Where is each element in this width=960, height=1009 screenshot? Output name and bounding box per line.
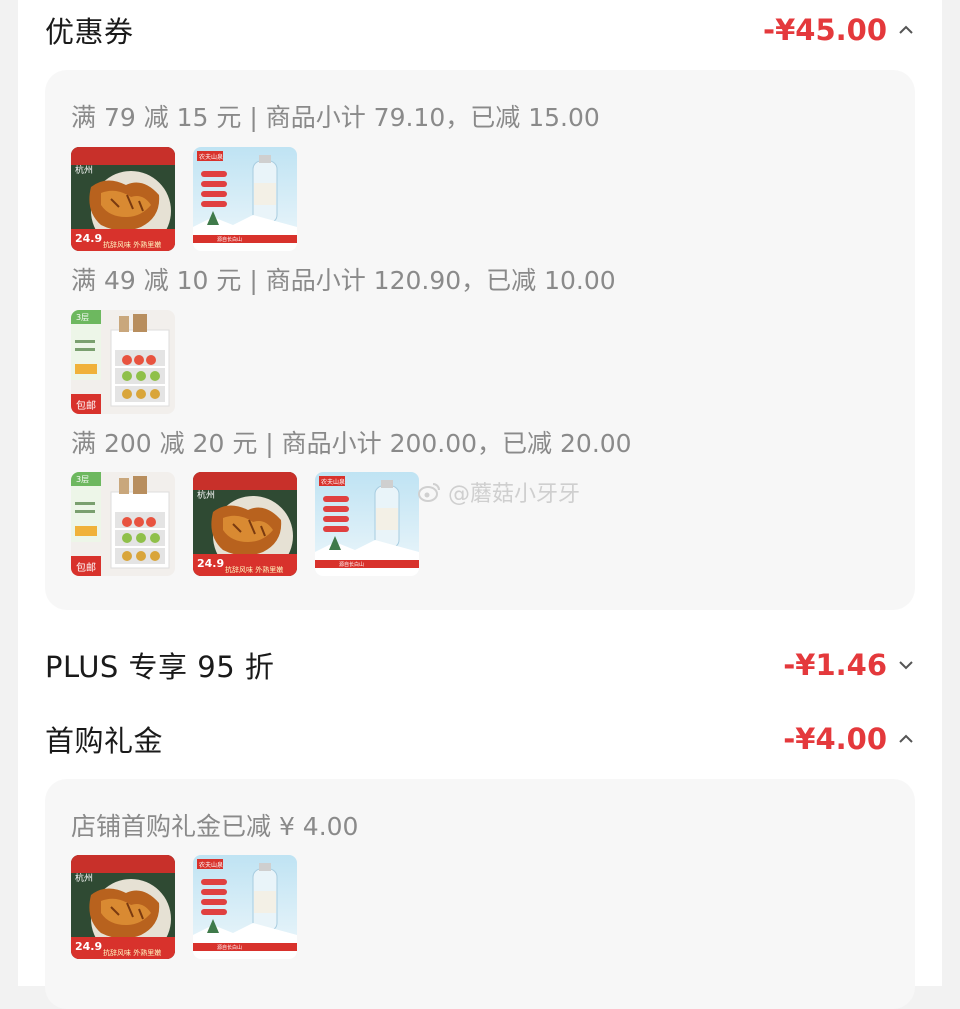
plus-title: PLUS 专享 95 折 <box>45 650 275 684</box>
coupon-title: 优惠券 <box>45 15 134 49</box>
water-product-image: 农夫山泉 源自长白山 <box>193 147 297 251</box>
svg-text:杭州: 杭州 <box>75 872 93 884</box>
svg-text:源自长白山: 源自长白山 <box>339 561 364 568</box>
svg-text:抗辞风味 外熟里嫩: 抗辞风味 外熟里嫩 <box>103 240 161 249</box>
plus-amount: -¥1.46 <box>783 648 887 682</box>
svg-text:24.9: 24.9 <box>75 232 102 245</box>
first-gift-amount-group[interactable]: -¥4.00 <box>783 722 915 756</box>
svg-text:24.9: 24.9 <box>75 940 102 953</box>
coupon-rule-1-products: 杭州 24.9 抗辞风味 外熟里嫩 农夫山泉 源自长白山 <box>71 147 297 251</box>
storage-cart-product-image: 3层 包邮 <box>71 310 175 414</box>
chevron-down-icon[interactable] <box>897 656 915 674</box>
svg-text:抗辞风味 外熟里嫩: 抗辞风味 外熟里嫩 <box>103 948 161 957</box>
svg-text:3层: 3层 <box>76 475 89 484</box>
product-thumb-cart[interactable]: 3层 包邮 <box>71 472 175 576</box>
coupon-rule-2: 满 49 减 10 元 | 商品小计 120.90，已减 10.00 <box>71 266 616 295</box>
coupon-detail-panel: 满 79 减 15 元 | 商品小计 79.10，已减 15.00 杭州 24.… <box>45 70 915 610</box>
svg-text:源自长白山: 源自长白山 <box>217 944 242 951</box>
first-gift-title: 首购礼金 <box>45 724 164 758</box>
svg-text:农夫山泉: 农夫山泉 <box>199 153 223 161</box>
product-thumb-water[interactable]: 农夫山泉 源自长白山 <box>193 147 297 251</box>
svg-text:包邮: 包邮 <box>76 561 96 574</box>
svg-text:农夫山泉: 农夫山泉 <box>321 478 345 486</box>
svg-text:杭州: 杭州 <box>75 164 93 176</box>
first-gift-panel: 店铺首购礼金已减 ¥ 4.00 杭州 24.9 抗辞风味 外熟里嫩 农夫山泉 源… <box>45 779 915 1009</box>
svg-text:农夫山泉: 农夫山泉 <box>199 861 223 869</box>
discount-detail-page: 优惠券 -¥45.00 满 79 减 15 元 | 商品小计 79.10，已减 … <box>18 0 942 1009</box>
product-thumb-snack[interactable]: 杭州 24.9 抗辞风味 外熟里嫩 <box>71 855 175 959</box>
watermark: @蘑菇小牙牙 <box>418 476 580 508</box>
product-thumb-water[interactable]: 农夫山泉 源自长白山 <box>315 472 419 576</box>
snack-product-image: 杭州 24.9 抗辞风味 外熟里嫩 <box>71 147 175 251</box>
storage-cart-product-image: 3层 包邮 <box>71 472 175 576</box>
coupon-rule-3-products: 3层 包邮 杭州 24.9 抗辞风味 外熟里嫩 农夫山泉 源自长白山 <box>71 472 419 576</box>
first-gift-products: 杭州 24.9 抗辞风味 外熟里嫩 农夫山泉 源自长白山 <box>71 855 297 959</box>
product-thumb-snack[interactable]: 杭州 24.9 抗辞风味 外熟里嫩 <box>71 147 175 251</box>
coupon-rule-1: 满 79 减 15 元 | 商品小计 79.10，已减 15.00 <box>71 103 600 132</box>
svg-text:杭州: 杭州 <box>197 489 215 501</box>
svg-text:包邮: 包邮 <box>76 399 96 412</box>
product-thumb-cart[interactable]: 3层 包邮 <box>71 310 175 414</box>
svg-text:3层: 3层 <box>76 313 89 322</box>
chevron-up-icon[interactable] <box>897 21 915 39</box>
svg-text:24.9: 24.9 <box>197 557 224 570</box>
coupon-rule-3: 满 200 减 20 元 | 商品小计 200.00，已减 20.00 <box>71 429 632 458</box>
first-gift-amount: -¥4.00 <box>783 722 887 756</box>
snack-product-image: 杭州 24.9 抗辞风味 外熟里嫩 <box>193 472 297 576</box>
first-gift-detail: 店铺首购礼金已减 ¥ 4.00 <box>71 812 359 841</box>
svg-text:源自长白山: 源自长白山 <box>217 236 242 243</box>
water-product-image: 农夫山泉 源自长白山 <box>315 472 419 576</box>
weibo-icon <box>418 483 440 502</box>
coupon-amount-group[interactable]: -¥45.00 <box>763 13 915 47</box>
coupon-row[interactable]: 优惠券 -¥45.00 <box>45 0 915 60</box>
plus-discount-row[interactable]: PLUS 专享 95 折 -¥1.46 <box>45 635 915 695</box>
product-thumb-water[interactable]: 农夫山泉 源自长白山 <box>193 855 297 959</box>
watermark-text: @蘑菇小牙牙 <box>448 482 581 507</box>
water-product-image: 农夫山泉 源自长白山 <box>193 855 297 959</box>
snack-product-image: 杭州 24.9 抗辞风味 外熟里嫩 <box>71 855 175 959</box>
product-thumb-snack[interactable]: 杭州 24.9 抗辞风味 外熟里嫩 <box>193 472 297 576</box>
svg-text:抗辞风味 外熟里嫩: 抗辞风味 外熟里嫩 <box>225 565 283 574</box>
chevron-up-icon[interactable] <box>897 730 915 748</box>
first-gift-row[interactable]: 首购礼金 -¥4.00 <box>45 709 915 769</box>
plus-amount-group[interactable]: -¥1.46 <box>783 648 915 682</box>
coupon-rule-2-products: 3层 包邮 <box>71 310 175 414</box>
coupon-amount: -¥45.00 <box>763 13 887 47</box>
